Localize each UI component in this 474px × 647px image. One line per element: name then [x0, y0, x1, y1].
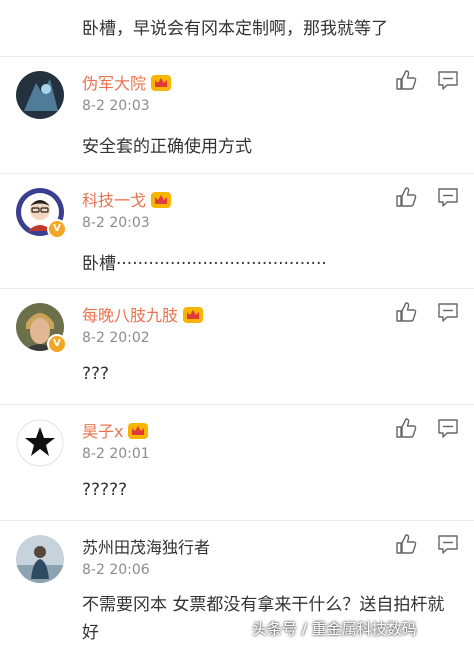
avatar[interactable] — [16, 419, 64, 467]
verified-badge: V — [47, 334, 67, 354]
comment-bubble-icon[interactable] — [437, 417, 459, 439]
comment-author[interactable]: 伪军大院 — [82, 70, 172, 94]
avatar[interactable] — [16, 71, 64, 119]
verified-badge: V — [47, 219, 67, 239]
crown-icon — [151, 75, 172, 91]
comment-item: 伪军大院 8-2 20:03 安全套的正确使用方式 — [0, 57, 474, 173]
comment-text: 卧槽······································… — [82, 254, 327, 274]
watermark: 头条号 / 重金属科技数码 — [252, 620, 417, 638]
comment-time: 8-2 20:02 — [82, 330, 150, 346]
thumbs-up-icon[interactable] — [395, 417, 417, 439]
comment-author[interactable]: 每晚八肢九肢 — [82, 302, 204, 326]
comment-item: V 每晚八肢九肢 8-2 20:02 ??? — [0, 289, 474, 405]
comment-author[interactable]: 苏州田茂海独行者 — [82, 534, 210, 558]
thumbs-up-icon[interactable] — [395, 186, 417, 208]
crown-icon — [183, 307, 204, 323]
comment-time: 8-2 20:01 — [82, 446, 150, 462]
crown-icon — [128, 423, 149, 439]
comment-bubble-icon[interactable] — [437, 533, 459, 555]
comment-bubble-icon[interactable] — [437, 301, 459, 323]
comment-text: 安全套的正确使用方式 — [82, 137, 252, 157]
comment-item: V 科技一戈 8-2 20:03 卧槽·····················… — [0, 174, 474, 290]
comment-time: 8-2 20:06 — [82, 562, 150, 578]
comment-time: 8-2 20:03 — [82, 215, 150, 231]
comment-bubble-icon[interactable] — [437, 69, 459, 91]
thumbs-up-icon[interactable] — [395, 533, 417, 555]
comment-author[interactable]: 科技一戈 — [82, 187, 172, 211]
comment-text: ??? — [82, 364, 110, 384]
avatar[interactable] — [16, 535, 64, 583]
comment-item: 昊子x 8-2 20:01 ????? — [0, 405, 474, 521]
comment-text: ????? — [82, 480, 128, 500]
comment-time: 8-2 20:03 — [82, 98, 150, 114]
thumbs-up-icon[interactable] — [395, 301, 417, 323]
crown-icon — [151, 192, 172, 208]
comment-bubble-icon[interactable] — [437, 186, 459, 208]
thumbs-up-icon[interactable] — [395, 69, 417, 91]
top-comment-text: 卧槽，早说会有冈本定制啊，那我就等了 — [82, 19, 388, 39]
comment-author[interactable]: 昊子x — [82, 418, 149, 442]
